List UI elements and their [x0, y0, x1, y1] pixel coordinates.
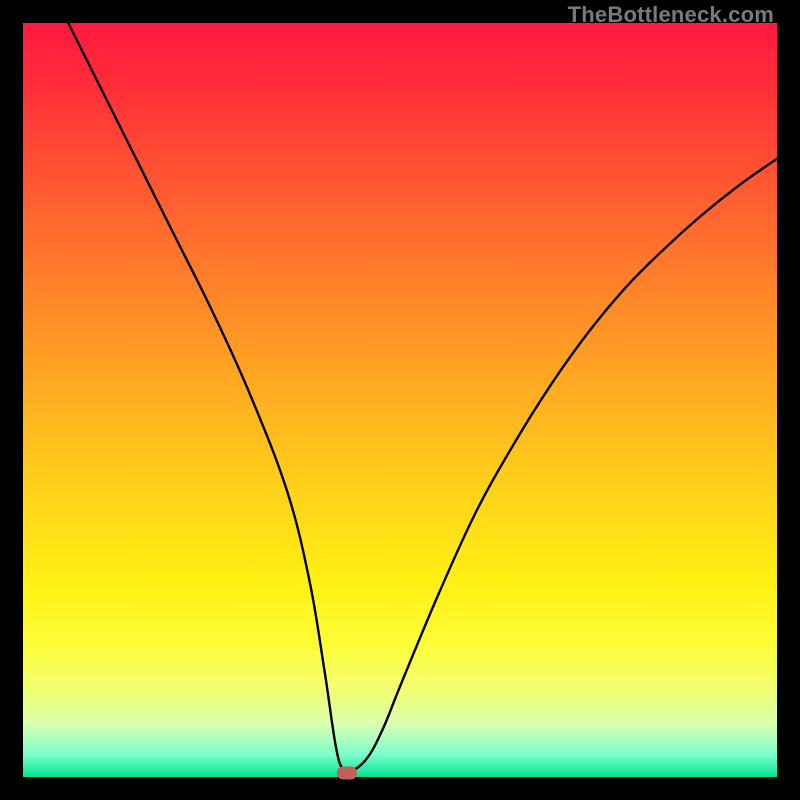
optimal-point-marker [337, 767, 357, 780]
plot-area [23, 23, 777, 777]
chart-frame: TheBottleneck.com [0, 0, 800, 800]
bottleneck-curve [23, 23, 777, 777]
